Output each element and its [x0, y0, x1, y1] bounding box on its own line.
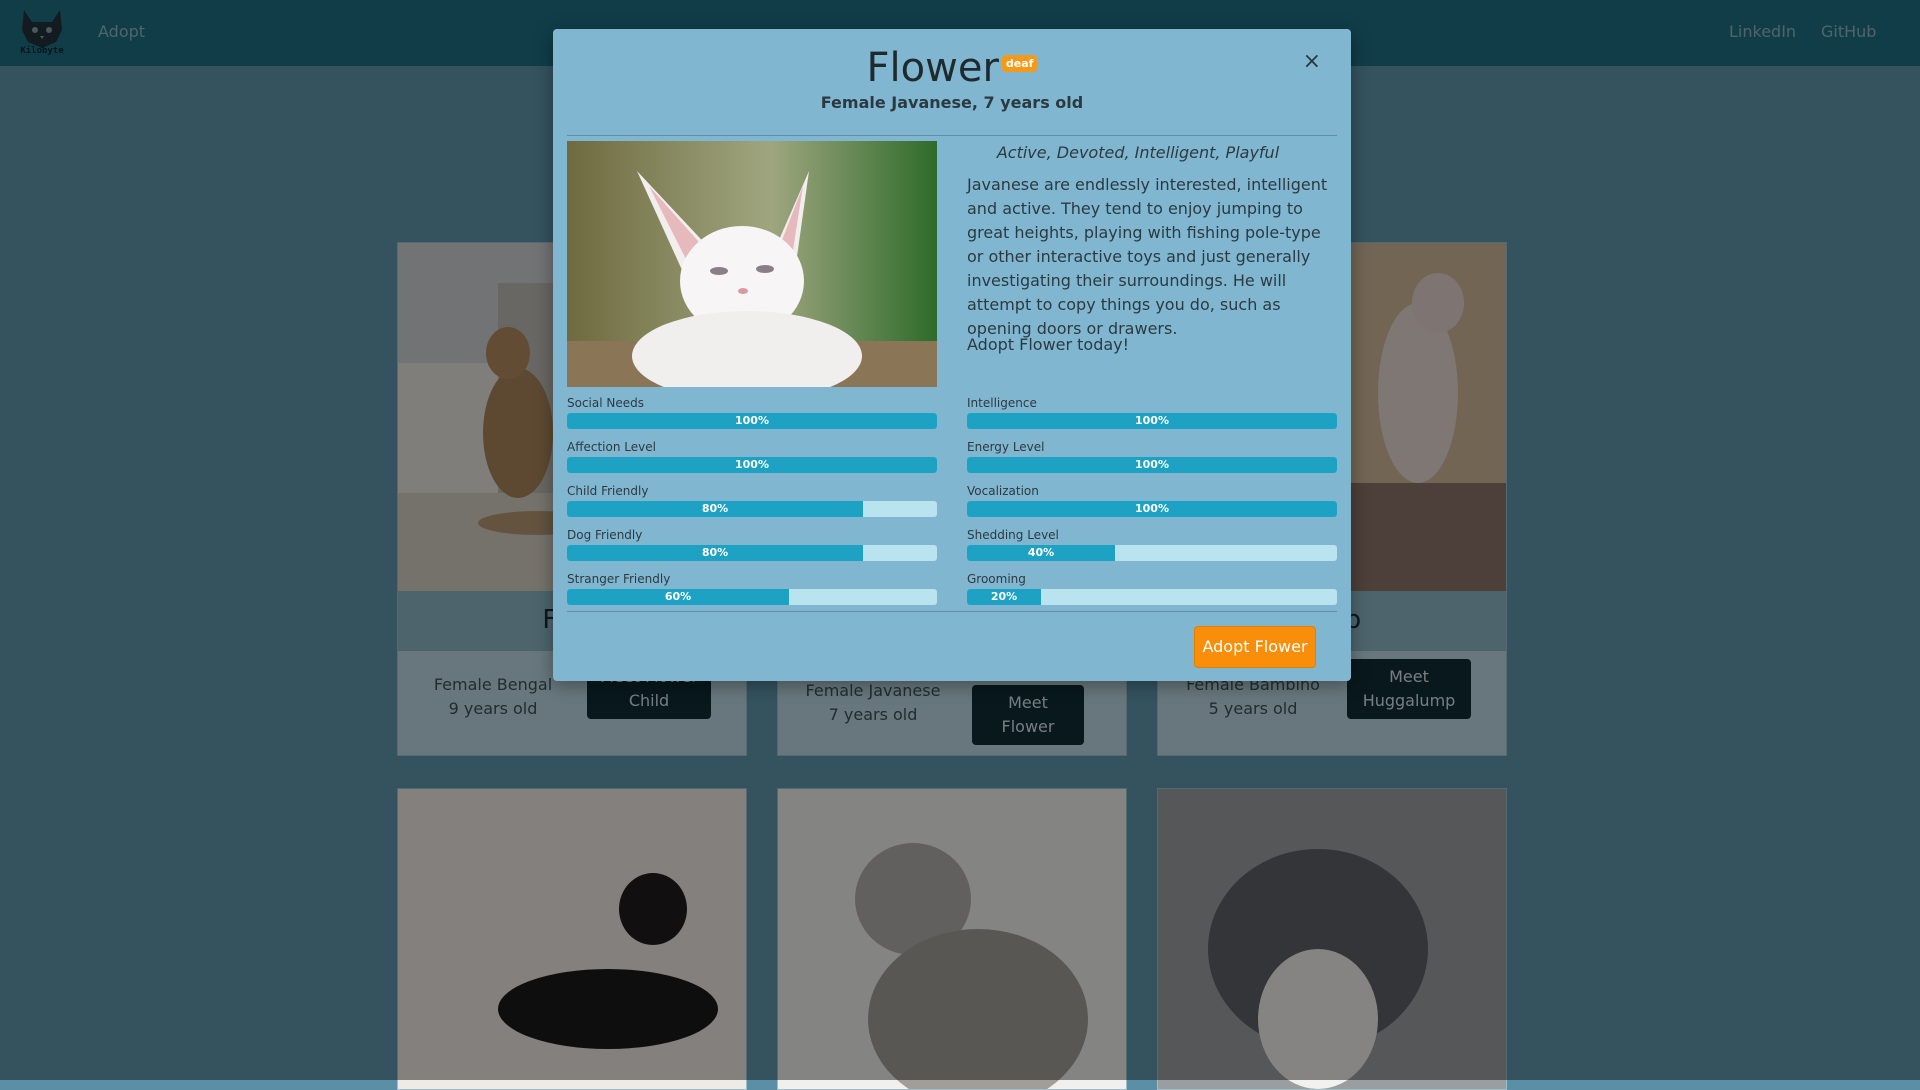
progress-percent: 100% — [735, 458, 769, 471]
progress-track: 100% — [567, 413, 937, 429]
progress-percent: 80% — [701, 546, 729, 559]
stat-label: Social Needs — [567, 396, 645, 410]
progress-track: 60% — [567, 589, 937, 605]
progress-track: 80% — [567, 501, 937, 517]
progress-percent: 60% — [664, 590, 692, 603]
stat-dog-friendly: Dog Friendly 80% — [567, 528, 937, 568]
progress-percent: 20% — [990, 590, 1018, 603]
adopt-button[interactable]: Adopt Flower — [1194, 626, 1316, 668]
stat-label: Child Friendly — [567, 484, 649, 498]
divider — [567, 611, 1337, 612]
stat-label: Dog Friendly — [567, 528, 643, 542]
stat-label: Shedding Level — [967, 528, 1059, 542]
cat-detail-modal: × Flower deaf Female Javanese, 7 years ol… — [553, 29, 1351, 681]
progress-percent: 80% — [701, 502, 729, 515]
deaf-badge: deaf — [1001, 55, 1038, 72]
stat-grooming: Grooming 20% — [967, 572, 1337, 612]
progress-track: 80% — [567, 545, 937, 561]
divider — [567, 135, 1337, 136]
stat-label: Intelligence — [967, 396, 1037, 410]
progress-track: 20% — [967, 589, 1337, 605]
progress-track: 100% — [967, 413, 1337, 429]
stat-stranger-friendly: Stranger Friendly 60% — [567, 572, 937, 612]
progress-percent: 100% — [1135, 502, 1169, 515]
progress-track: 100% — [567, 457, 937, 473]
cat-photo — [567, 141, 937, 387]
stat-shedding-level: Shedding Level 40% — [967, 528, 1337, 568]
cat-name: Flower — [866, 45, 999, 91]
progress-track: 40% — [967, 545, 1337, 561]
cat-traits: Active, Devoted, Intelligent, Playful — [996, 143, 1280, 162]
stat-label: Energy Level — [967, 440, 1045, 454]
progress-percent: 100% — [1135, 458, 1169, 471]
progress-percent: 100% — [735, 414, 769, 427]
cat-description: Javanese are endlessly interested, intel… — [967, 175, 1328, 338]
stat-label: Affection Level — [567, 440, 656, 454]
stat-social-needs: Social Needs 100% — [567, 396, 937, 436]
progress-track: 100% — [967, 457, 1337, 473]
stat-vocalization: Vocalization 100% — [967, 484, 1337, 524]
stat-label: Vocalization — [967, 484, 1039, 498]
progress-percent: 40% — [1027, 546, 1055, 559]
modal-title: Flower deaf — [553, 45, 1351, 91]
progress-track: 100% — [967, 501, 1337, 517]
stat-label: Stranger Friendly — [567, 572, 671, 586]
cat-subtitle: Female Javanese, 7 years old — [820, 93, 1084, 112]
stat-energy-level: Energy Level 100% — [967, 440, 1337, 480]
progress-percent: 100% — [1135, 414, 1169, 427]
stat-intelligence: Intelligence 100% — [967, 396, 1337, 436]
stat-child-friendly: Child Friendly 80% — [567, 484, 937, 524]
stat-affection-level: Affection Level 100% — [567, 440, 937, 480]
stat-label: Grooming — [967, 572, 1026, 586]
adopt-cta-text: Adopt Flower today! — [967, 335, 1130, 354]
